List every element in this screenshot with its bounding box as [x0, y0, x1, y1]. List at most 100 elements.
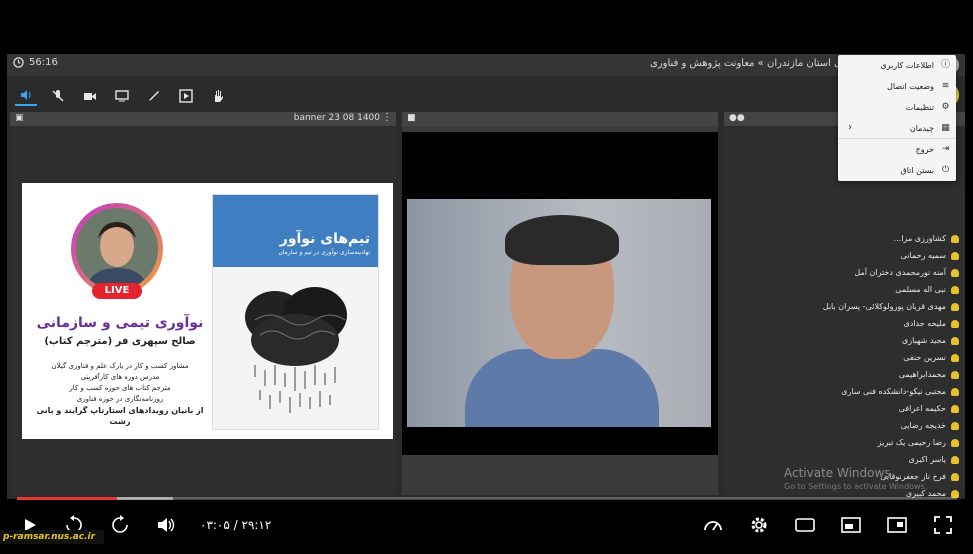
- attendee-item[interactable]: خدیجه رضایی: [731, 417, 961, 434]
- attendee-item[interactable]: حکیمه اعرافی: [731, 400, 961, 417]
- options-menu: ⓘ اطلاعات کاربری ≋ وضعیت اتصال ⚙ تنظیمات ▦ چیدم…: [838, 55, 956, 181]
- person-icon: [951, 302, 959, 311]
- camera-icon[interactable]: [79, 86, 101, 106]
- book-cover: تیم‌های نوآور نهادینه‌سازی نوآوری در تیم…: [212, 194, 379, 430]
- attendee-name: آمنه نورمحمدی دختران آمل: [854, 268, 946, 277]
- menu-item-layout[interactable]: ▦ چیدمان ‹: [838, 118, 956, 139]
- share-pod-title: banner 23 08 1400: [293, 113, 380, 123]
- attendee-name: محمدابراهیمی: [898, 370, 946, 379]
- menu-item-info[interactable]: ⓘ اطلاعات کاربری: [838, 55, 956, 76]
- menu-item-label: بستن اتاق: [900, 166, 934, 175]
- menu-item-gear[interactable]: ⚙ تنظیمات: [838, 97, 956, 118]
- person-icon: [951, 353, 959, 362]
- pod-options-icon[interactable]: ⋮: [382, 112, 392, 123]
- brain-cloud-illustration: [245, 287, 347, 413]
- attendee-item[interactable]: آمنه نورمحمدی دختران آمل: [731, 264, 961, 281]
- attendee-name: یاسر اکبری: [908, 455, 946, 464]
- layout-icon: ▦: [941, 123, 950, 133]
- forward-10-icon[interactable]: [108, 513, 132, 537]
- bio-line: روزنامه‌نگاری در حوزه فناوری: [76, 395, 164, 403]
- pen-icon[interactable]: [143, 86, 165, 106]
- activate-windows-hint: Go to Settings to activate Windows.: [784, 482, 928, 491]
- raise-hand-icon[interactable]: [207, 86, 229, 106]
- attendee-item[interactable]: رضا رحیمی یک تبریز: [731, 434, 961, 451]
- adobe-connect-app: 56:16 دانشگاه فنی و حرفه ای استان مازندر…: [7, 54, 965, 499]
- person-icon: [951, 234, 959, 243]
- attendee-name: کشاورزی مزا...: [893, 234, 946, 243]
- bio-line: مدرس دوره های کارآفرینی: [80, 373, 160, 381]
- attendee-name: مجتبی نیکو-دانشکده فنی ساری: [841, 387, 946, 396]
- player-controls: ۰۳:۰۵ / ۲۹:۱۲: [0, 505, 973, 547]
- share-pod: ▣ banner 23 08 1400 ⋮ LIVE نوآوری تیمی و…: [10, 112, 396, 495]
- menu-item-label: تنظیمات: [905, 103, 934, 112]
- speaker-name: صالح سپهری فر (مترجم کتاب): [44, 336, 196, 347]
- settings-gear-icon[interactable]: [747, 513, 771, 537]
- attendee-item[interactable]: نسرین حنفی: [731, 349, 961, 366]
- fullscreen-icon[interactable]: [931, 513, 955, 537]
- attendee-name: مجید شهبازی: [902, 336, 946, 345]
- attendee-name: حکیمه اعرافی: [898, 404, 946, 413]
- live-badge: LIVE: [92, 283, 142, 299]
- subtitles-icon[interactable]: [793, 513, 817, 537]
- miniplayer-icon[interactable]: [839, 513, 863, 537]
- theater-mode-icon[interactable]: [885, 513, 909, 537]
- volume-icon[interactable]: [154, 513, 178, 537]
- menu-item-exit[interactable]: ⇥ خروج: [838, 139, 956, 160]
- timer-text: 56:16: [29, 57, 58, 68]
- book-title: تیم‌های نوآور: [279, 231, 370, 247]
- speaker-bio: مشاور کسب و کار در پارک علم و فناوری گیل…: [28, 361, 212, 427]
- attendee-item[interactable]: مجید شهبازی: [731, 332, 961, 349]
- share-pod-header: ▣ banner 23 08 1400 ⋮: [10, 112, 396, 126]
- attendee-item[interactable]: ملیحه حدادی: [731, 315, 961, 332]
- attendee-item[interactable]: نبی اله مسلمی: [731, 281, 961, 298]
- person-icon: [951, 404, 959, 413]
- media-icon[interactable]: [175, 86, 197, 106]
- attendee-pod-body: کشاورزی مزا... سمیه رحمانی آمنه نورمحمدی د…: [724, 126, 965, 498]
- banner-slide: LIVE نوآوری تیمی و سازمانی صالح سپهری فر…: [22, 183, 393, 439]
- speaker-photo: [71, 203, 163, 295]
- attendee-name: سمیه رحمانی: [900, 251, 946, 260]
- menu-item-power[interactable]: ⏻ بستن اتاق: [838, 160, 956, 181]
- title-bar: 56:16 دانشگاه فنی و حرفه ای استان مازندر…: [7, 54, 965, 76]
- menu-item-wifi[interactable]: ≋ وضعیت اتصال: [838, 76, 956, 97]
- menu-item-label: چیدمان: [909, 123, 934, 133]
- camera-pod-header: ■: [402, 112, 718, 126]
- progress-played: [17, 497, 117, 500]
- person-icon: [951, 285, 959, 294]
- speed-icon[interactable]: [701, 513, 725, 537]
- camera-pod: ■: [402, 112, 718, 495]
- menu-item-label: اطلاعات کاربری: [880, 61, 934, 70]
- person-icon: [951, 455, 959, 464]
- attendee-item[interactable]: مهدی قربان پورولوکلائی- پسران بابل: [731, 298, 961, 315]
- bio-line: مترجم کتاب های حوزه کسب و کار: [69, 384, 171, 392]
- screen: 56:16 دانشگاه فنی و حرفه ای استان مازندر…: [0, 0, 973, 554]
- screen-share-icon[interactable]: [111, 86, 133, 106]
- attendee-list: کشاورزی مزا... سمیه رحمانی آمنه نورمحمدی د…: [731, 230, 961, 499]
- bio-line: از بانیان رویدادهای استارتاپ گرایند و با…: [36, 406, 204, 426]
- video-progress-bar[interactable]: [17, 497, 957, 500]
- camera-pod-body: [402, 132, 718, 455]
- gear-icon: ⚙: [941, 102, 950, 112]
- attendee-name: خدیجه رضایی: [900, 421, 946, 430]
- playback-time: ۰۳:۰۵ / ۲۹:۱۲: [200, 518, 272, 532]
- exit-icon: ⇥: [941, 144, 950, 154]
- attendee-item[interactable]: کشاورزی مزا...: [731, 230, 961, 247]
- menu-item-label: خروج: [915, 145, 934, 154]
- attendee-item[interactable]: مجتبی نیکو-دانشکده فنی ساری: [731, 383, 961, 400]
- video-camera-icon: ■: [407, 113, 416, 123]
- attendee-name: رضا رحیمی یک تبریز: [877, 438, 946, 447]
- talk-title: نوآوری تیمی و سازمانی: [36, 315, 204, 331]
- mic-muted-icon[interactable]: [47, 86, 69, 106]
- menu-item-label: وضعیت اتصال: [887, 82, 934, 91]
- speaker-icon[interactable]: [15, 86, 37, 106]
- attendee-name: نبی اله مسلمی: [895, 285, 946, 294]
- person-icon: [951, 438, 959, 447]
- person-icon: [951, 319, 959, 328]
- chevron-left-icon: ‹: [848, 122, 852, 133]
- attendee-item[interactable]: محمدابراهیمی: [731, 366, 961, 383]
- attendee-item[interactable]: سمیه رحمانی: [731, 247, 961, 264]
- progress-buffered: [116, 497, 173, 500]
- person-icon: [951, 251, 959, 260]
- clock-icon: [13, 57, 24, 68]
- person-icon: [951, 370, 959, 379]
